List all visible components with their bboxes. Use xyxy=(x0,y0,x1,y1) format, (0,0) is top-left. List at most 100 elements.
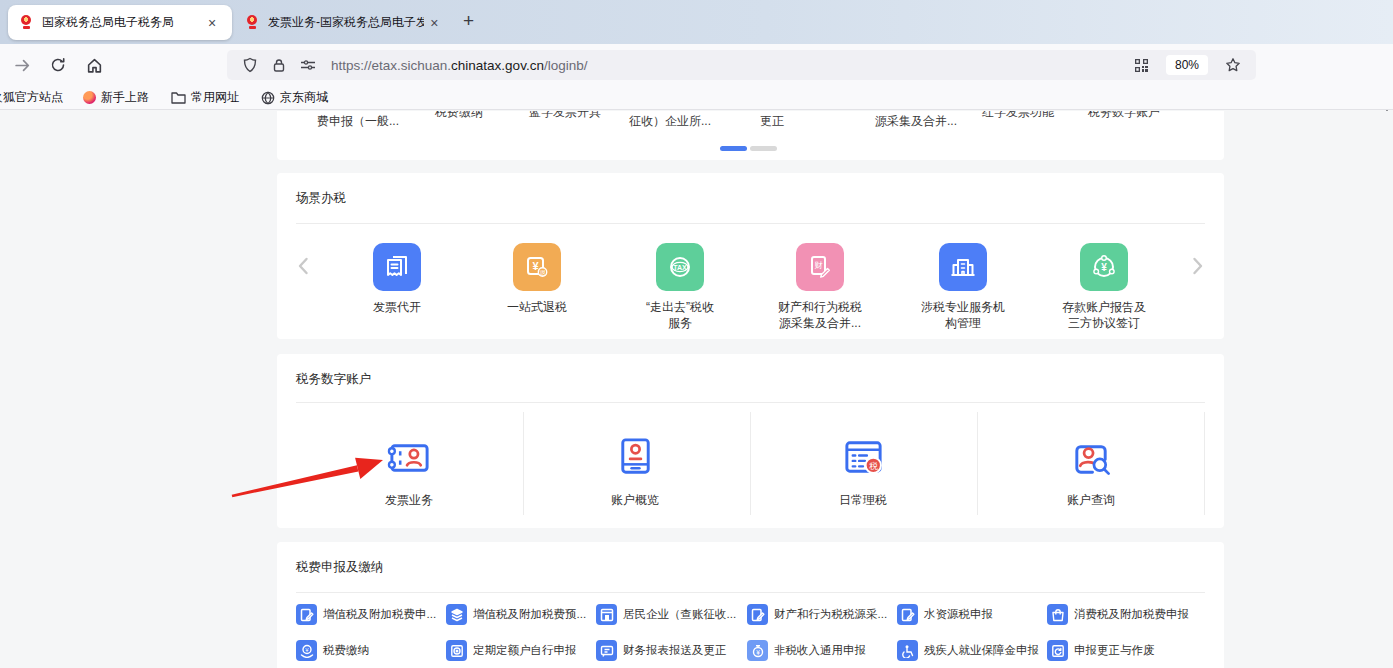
menu-item[interactable]: 红字发票功能 xyxy=(982,111,1054,121)
tab-title: 发票业务-国家税务总局电子发 xyxy=(268,14,424,31)
pagination-dot-active[interactable] xyxy=(720,146,747,151)
digital-item-query[interactable]: 账户查询 xyxy=(973,412,1209,522)
scene-item[interactable]: TAX “走出去”税收服务 xyxy=(642,243,718,331)
declare-item[interactable]: ¥ 非税收入通用申报 xyxy=(747,640,866,661)
svg-text:TAX: TAX xyxy=(673,264,687,271)
scene-item[interactable]: ¥退 一站式退税 xyxy=(493,243,581,315)
navigation-bar: https://etax.sichuan.chinatax.gov.cn/log… xyxy=(0,44,1393,86)
menu-item[interactable]: 费申报（一般... xyxy=(317,113,399,130)
section-title: 税费申报及缴纳 xyxy=(296,559,384,576)
vat-declare-icon xyxy=(296,604,317,625)
bookmark-item[interactable]: 新手上路 xyxy=(83,89,149,106)
declare-pay-section: 税费申报及缴纳 增值税及附加税费申... 增值税及附加税费预... 居民企业（查… xyxy=(277,542,1224,668)
chevron-right-icon[interactable] xyxy=(1192,257,1204,279)
property-tax-doc-icon: 财 xyxy=(796,243,844,291)
forward-icon[interactable] xyxy=(8,51,36,79)
scene-item[interactable]: ¥ 存款账户报告及三方协议签订 xyxy=(1060,243,1148,331)
disability-fund-icon xyxy=(897,640,918,661)
divider xyxy=(296,223,1205,224)
digital-item-overview[interactable]: 账户概览 xyxy=(517,412,753,522)
declare-item[interactable]: 财产和行为税税源采... xyxy=(747,604,887,625)
bookmark-item[interactable]: 京东商城 xyxy=(261,89,328,106)
water-tax-icon xyxy=(897,604,918,625)
page-content: 费申报（一般... 税费缴纳 蓝字发票开具 征收）企业所... 更正 源采集及合… xyxy=(0,111,1393,668)
declare-item[interactable]: 增值税及附加税费预... xyxy=(446,604,586,625)
tax-favicon xyxy=(18,15,34,31)
scene-tax-section: 场景办税 发票代开 ¥退 一站式退税 xyxy=(277,173,1224,339)
svg-text:退: 退 xyxy=(539,269,546,276)
digital-item-invoice[interactable]: 发票业务 xyxy=(291,412,527,522)
scene-item[interactable]: 财 财产和行为税税源采集及合并... xyxy=(776,243,864,331)
tab-active[interactable]: 国家税务总局电子税务局 × xyxy=(8,5,232,40)
property-tax-icon xyxy=(747,604,768,625)
correction-void-icon xyxy=(1047,640,1068,661)
url-text[interactable]: https://etax.sichuan.chinatax.gov.cn/log… xyxy=(331,58,1127,73)
globe-icon xyxy=(261,91,275,105)
url-bar[interactable]: https://etax.sichuan.chinatax.gov.cn/log… xyxy=(227,50,1256,80)
menu-item[interactable]: 税费缴纳 xyxy=(435,111,483,121)
resident-enterprise-icon xyxy=(596,604,617,625)
account-query-icon xyxy=(1069,435,1114,480)
tax-pay-icon: ¥ xyxy=(296,640,317,661)
scene-item[interactable]: 发票代开 xyxy=(353,243,441,315)
consumption-tax-icon xyxy=(1047,604,1068,625)
chevron-left-icon[interactable] xyxy=(297,257,309,279)
partial-menu-panel: 费申报（一般... 税费缴纳 蓝字发票开具 征收）企业所... 更正 源采集及合… xyxy=(277,111,1224,160)
divider xyxy=(296,402,1205,403)
digital-item-daily[interactable]: 税 日常理税 xyxy=(745,412,981,522)
bookmarks-bar: 火狐官方站点 新手上路 常用网址 京东商城 xyxy=(0,86,1393,110)
svg-text:¥: ¥ xyxy=(1101,262,1107,273)
close-tab-icon[interactable]: × xyxy=(424,13,444,33)
menu-item[interactable]: 蓝字发票开具 xyxy=(529,111,601,121)
declare-item[interactable]: 居民企业（查账征收... xyxy=(596,604,736,625)
scene-item[interactable]: 涉税专业服务机构管理 xyxy=(919,243,1007,331)
invoice-ticket-icon xyxy=(387,435,432,480)
svg-text:财: 财 xyxy=(814,260,823,270)
declare-item[interactable]: 消费税及附加税费申报 xyxy=(1047,604,1189,625)
menu-item[interactable]: 税务数字账户 xyxy=(1088,111,1160,121)
home-icon[interactable] xyxy=(80,51,108,79)
menu-item[interactable]: 更正 xyxy=(760,113,784,130)
zoom-level-badge[interactable]: 80% xyxy=(1166,55,1208,75)
permissions-icon[interactable] xyxy=(300,59,316,71)
bookmark-item[interactable]: 常用网址 xyxy=(171,89,239,106)
close-tab-icon[interactable]: × xyxy=(202,13,222,33)
pagination-dot[interactable] xyxy=(750,146,777,151)
menu-item[interactable]: 源采集及合并... xyxy=(875,113,957,130)
svg-text:¥: ¥ xyxy=(756,648,760,655)
svg-text:¥: ¥ xyxy=(305,647,309,653)
digital-account-section: 税务数字账户 发票业务 账户概览 税 xyxy=(277,354,1224,528)
shield-icon[interactable] xyxy=(242,57,258,73)
lock-icon[interactable] xyxy=(272,58,286,73)
invoice-issue-icon xyxy=(373,243,421,291)
declare-item[interactable]: 增值税及附加税费申... xyxy=(296,604,436,625)
declare-item[interactable]: ¥ 税费缴纳 xyxy=(296,640,369,661)
one-stop-refund-icon: ¥退 xyxy=(513,243,561,291)
bookmark-star-icon[interactable] xyxy=(1225,57,1241,73)
declare-item[interactable]: 水资源税申报 xyxy=(897,604,993,625)
qr-code-icon[interactable] xyxy=(1134,58,1149,73)
tax-favicon xyxy=(244,15,260,31)
agency-building-icon xyxy=(939,243,987,291)
menu-item[interactable]: 征收）企业所... xyxy=(629,113,711,130)
folder-icon xyxy=(171,91,186,104)
section-title: 场景办税 xyxy=(296,190,346,207)
divider xyxy=(296,592,1205,593)
declare-item[interactable]: 申报更正与作废 xyxy=(1047,640,1155,661)
fixed-quota-icon xyxy=(446,640,467,661)
deposit-account-icon: ¥ xyxy=(1080,243,1128,291)
tab-bar: 国家税务总局电子税务局 × 发票业务-国家税务总局电子发 × + xyxy=(0,0,1393,44)
tab-inactive[interactable]: 发票业务-国家税务总局电子发 × xyxy=(238,5,450,40)
declare-item[interactable]: 残疾人就业保障金申报 xyxy=(897,640,1039,661)
bookmark-item[interactable]: 火狐官方站点 xyxy=(0,89,63,106)
tab-title: 国家税务总局电子税务局 xyxy=(42,14,202,31)
new-tab-button[interactable]: + xyxy=(463,10,474,32)
declare-item[interactable]: 财务报表报送及更正 xyxy=(596,640,727,661)
daily-tax-icon: 税 xyxy=(841,435,886,480)
firefox-icon xyxy=(83,91,96,104)
svg-text:税: 税 xyxy=(868,461,877,471)
declare-item[interactable]: 定期定额户自行申报 xyxy=(446,640,577,661)
account-overview-icon xyxy=(613,435,658,480)
nontax-income-icon: ¥ xyxy=(747,640,768,661)
reload-icon[interactable] xyxy=(44,51,72,79)
